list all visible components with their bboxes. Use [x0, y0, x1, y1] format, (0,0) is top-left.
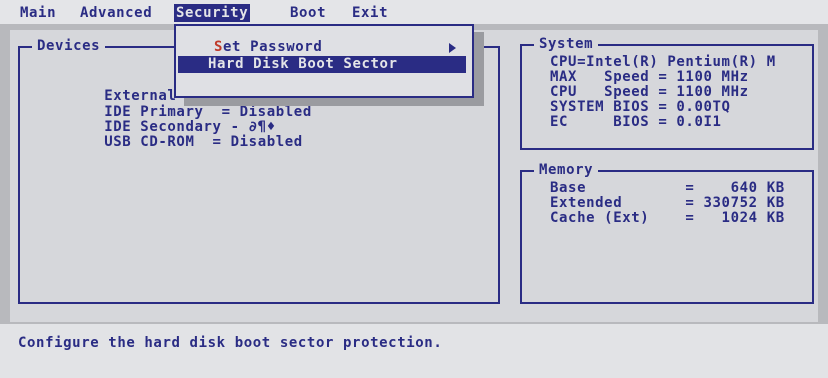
menu-bar: Main Advanced Security Boot Exit	[0, 0, 828, 24]
memory-cache-line: Cache (Ext) = 1024 KB	[550, 210, 785, 226]
memory-title: Memory	[534, 162, 599, 178]
system-bios-line: SYSTEM BIOS = 0.00TQ	[550, 99, 731, 115]
system-panel: System CPU=Intel(R) Pentium(R) M MAX Spe…	[520, 36, 814, 150]
system-max-speed-line: MAX Speed = 1100 MHz	[550, 69, 749, 85]
menu-item-hard-disk-boot-sector[interactable]: Hard Disk Boot Sector	[178, 56, 466, 73]
menu-exit[interactable]: Exit	[350, 4, 390, 22]
menu-item-label: et Password	[223, 39, 323, 55]
menu-item-label: Hard Disk Boot Sector	[208, 56, 398, 72]
menu-item-set-password[interactable]: Set Password	[178, 39, 466, 56]
system-cpu-speed-line: CPU Speed = 1100 MHz	[550, 84, 749, 100]
system-title: System	[534, 36, 599, 52]
menu-advanced[interactable]: Advanced	[78, 4, 154, 22]
device-row-usb-cdrom[interactable]: USB CD-ROM = Disabled	[50, 118, 303, 150]
system-cpu-line: CPU=Intel(R) Pentium(R) M	[550, 54, 776, 70]
hotkey-letter: S	[214, 39, 224, 55]
status-bar: Configure the hard disk boot sector prot…	[0, 324, 828, 378]
memory-extended-line: Extended = 330752 KB	[550, 195, 785, 211]
devices-title: Devices	[32, 38, 106, 54]
status-text: Configure the hard disk boot sector prot…	[18, 335, 443, 351]
ec-bios-line: EC BIOS = 0.0I1	[550, 114, 722, 130]
submenu-arrow-icon	[449, 43, 456, 53]
device-value: = Disabled	[212, 134, 303, 150]
device-row-ide-secondary[interactable]: IDE Secondary - ∂¶♦	[50, 103, 276, 135]
device-label: USB CD-ROM	[104, 134, 213, 150]
menu-security[interactable]: Security	[174, 4, 251, 22]
memory-panel: Memory Base = 640 KB Extended = 330752 K…	[520, 162, 814, 304]
menu-main[interactable]: Main	[18, 4, 58, 22]
menu-boot[interactable]: Boot	[288, 4, 328, 22]
memory-base-line: Base = 640 KB	[550, 180, 785, 196]
security-dropdown: Set Password Hard Disk Boot Sector	[174, 24, 474, 98]
